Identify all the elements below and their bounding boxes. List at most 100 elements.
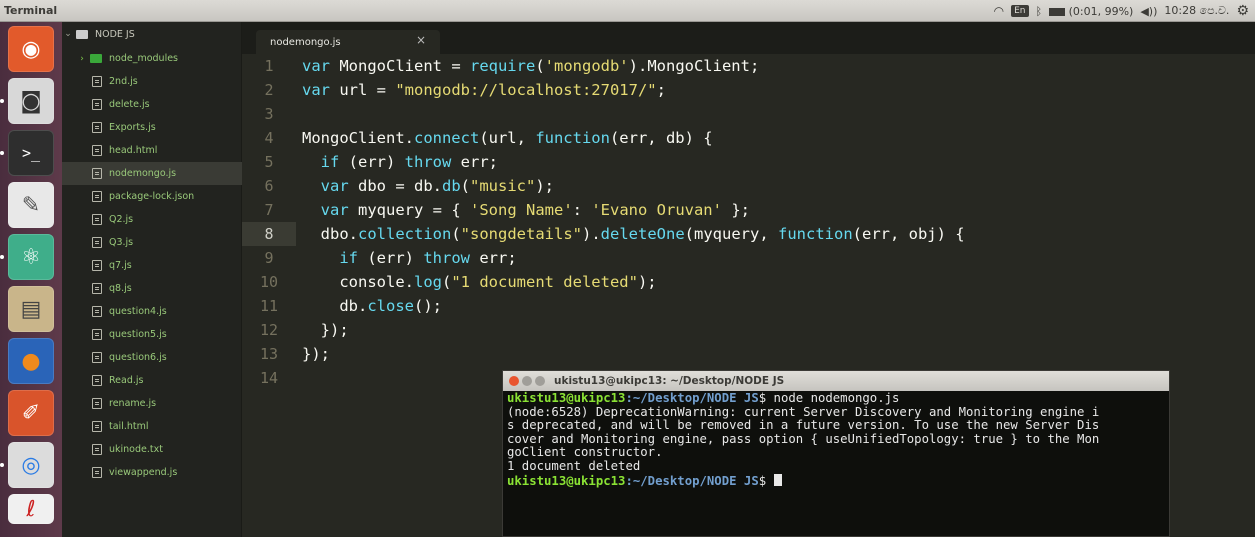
file-item[interactable]: q8.js — [62, 277, 242, 300]
command-text: node nodemongo.js — [773, 391, 900, 405]
line-number: 5 — [264, 153, 274, 171]
code-text: ; — [656, 81, 666, 99]
file-item[interactable]: Exports.js — [62, 116, 242, 139]
line-number: 2 — [264, 81, 274, 99]
terminal-line: ukistu13@ukipc13:~/Desktop/NODE JS$ node… — [507, 391, 1167, 406]
string: 'Evano Oruvan' — [591, 201, 722, 219]
code-text: ). — [582, 225, 601, 243]
file-label: head.html — [109, 145, 158, 156]
gear-icon[interactable]: ⚙ — [1236, 3, 1249, 19]
code-line: dbo.collection("songdetails").deleteOne(… — [302, 222, 965, 246]
firefox-icon[interactable]: ● — [8, 338, 54, 384]
file-item[interactable]: q7.js — [62, 254, 242, 277]
maximize-window-button[interactable] — [535, 376, 545, 386]
tab-nodemongo[interactable]: nodemongo.js × — [256, 30, 440, 54]
file-item[interactable]: tail.html — [62, 415, 242, 438]
wifi-icon[interactable]: ◠ — [994, 4, 1004, 18]
file-item[interactable]: 2nd.js — [62, 70, 242, 93]
folder-node-modules[interactable]: › node_modules — [62, 47, 242, 70]
signature-app-icon[interactable]: ℓ — [8, 494, 54, 524]
keyword: throw — [423, 249, 470, 267]
pencil-app-icon[interactable]: ✐ — [8, 390, 54, 436]
battery-indicator[interactable]: (0:01, 99%) — [1049, 5, 1133, 18]
file-item[interactable]: Q3.js — [62, 231, 242, 254]
terminal-line: 1 document deleted — [507, 458, 641, 473]
camera-app-icon[interactable]: ◙ — [8, 78, 54, 124]
line-number: 8 — [242, 222, 296, 246]
code-line: if (err) throw err; — [302, 150, 498, 174]
launcher: ◉ ◙ >_ ✎ ⚛ ▤ ● ✐ ◎ ℓ — [0, 22, 62, 537]
file-item[interactable]: rename.js — [62, 392, 242, 415]
file-icon — [92, 99, 102, 110]
terminal-app-icon[interactable]: >_ — [8, 130, 54, 176]
code-text: MongoClient = — [330, 57, 470, 75]
clock[interactable]: 10:28 පෙ.ව. — [1164, 4, 1229, 18]
file-item[interactable]: delete.js — [62, 93, 242, 116]
file-item[interactable]: ukinode.txt — [62, 438, 242, 461]
chrome-icon[interactable]: ◎ — [8, 442, 54, 488]
prompt-path: :~/Desktop/NODE JS — [625, 473, 759, 488]
code-text: (); — [414, 297, 442, 315]
code-text: dbo = db. — [348, 177, 442, 195]
file-label: nodemongo.js — [109, 168, 177, 179]
file-icon — [92, 237, 102, 248]
file-icon — [92, 122, 102, 133]
volume-icon[interactable]: ◀)) — [1140, 5, 1157, 18]
folder-root[interactable]: ⌄ NODE JS — [62, 24, 242, 44]
folder-label: node_modules — [109, 53, 179, 64]
atom-editor-icon[interactable]: ⚛ — [8, 234, 54, 280]
code-text: ); — [637, 273, 657, 291]
file-item[interactable]: question4.js — [62, 300, 242, 323]
code-text: ( — [441, 273, 452, 291]
battery-icon — [1049, 7, 1066, 16]
file-label: viewappend.js — [109, 467, 178, 478]
folder-root-label: NODE JS — [95, 28, 135, 40]
code-line: }); — [302, 345, 330, 363]
file-item[interactable]: question6.js — [62, 346, 242, 369]
terminal-titlebar[interactable]: ukistu13@ukipc13: ~/Desktop/NODE JS — [503, 371, 1169, 391]
file-label: Read.js — [109, 375, 144, 386]
code-line: var myquery = { 'Song Name': 'Evano Oruv… — [302, 198, 750, 222]
line-number: 12 — [259, 321, 279, 339]
string: "songdetails" — [460, 225, 582, 243]
terminal-window[interactable]: ukistu13@ukipc13: ~/Desktop/NODE JS ukis… — [502, 370, 1170, 537]
file-label: question4.js — [109, 306, 167, 317]
file-icon — [92, 306, 102, 317]
file-label: q7.js — [109, 260, 132, 271]
file-item[interactable]: nodemongo.js — [62, 162, 242, 185]
running-indicator — [0, 255, 4, 259]
file-item[interactable]: question5.js — [62, 323, 242, 346]
terminal-output[interactable]: ukistu13@ukipc13:~/Desktop/NODE JS$ node… — [507, 391, 1167, 488]
file-label: Q2.js — [109, 214, 134, 225]
code-line: }); — [302, 321, 349, 339]
string: "music" — [470, 177, 536, 195]
file-label: ukinode.txt — [109, 444, 163, 455]
bluetooth-icon[interactable]: ᛒ — [1036, 5, 1043, 18]
prompt-path: :~/Desktop/NODE JS — [625, 391, 759, 405]
file-icon — [92, 191, 102, 202]
close-icon[interactable]: × — [416, 33, 426, 47]
file-item[interactable]: Q2.js — [62, 208, 242, 231]
text-editor-icon[interactable]: ✎ — [8, 182, 54, 228]
keyword: throw — [404, 153, 452, 171]
ubuntu-dash-icon[interactable]: ◉ — [8, 26, 54, 72]
code-line: MongoClient.connect(url, function(err, d… — [302, 126, 713, 150]
file-item[interactable]: package-lock.json — [62, 185, 242, 208]
terminal-line: (node:6528) DeprecationWarning: current … — [507, 404, 1100, 419]
close-window-button[interactable] — [509, 376, 519, 386]
code-text: (err) — [358, 249, 424, 267]
battery-text: (0:01, 99%) — [1068, 4, 1134, 18]
file-item[interactable]: viewappend.js — [62, 461, 242, 484]
file-item[interactable]: Read.js — [62, 369, 242, 392]
archive-manager-icon[interactable]: ▤ — [8, 286, 54, 332]
minimize-window-button[interactable] — [522, 376, 532, 386]
keyword: function — [778, 225, 853, 243]
code-text: (url, — [479, 129, 536, 147]
app-title: Terminal — [4, 4, 58, 17]
file-item[interactable]: head.html — [62, 139, 242, 162]
keyboard-language-indicator[interactable]: En — [1011, 5, 1029, 17]
